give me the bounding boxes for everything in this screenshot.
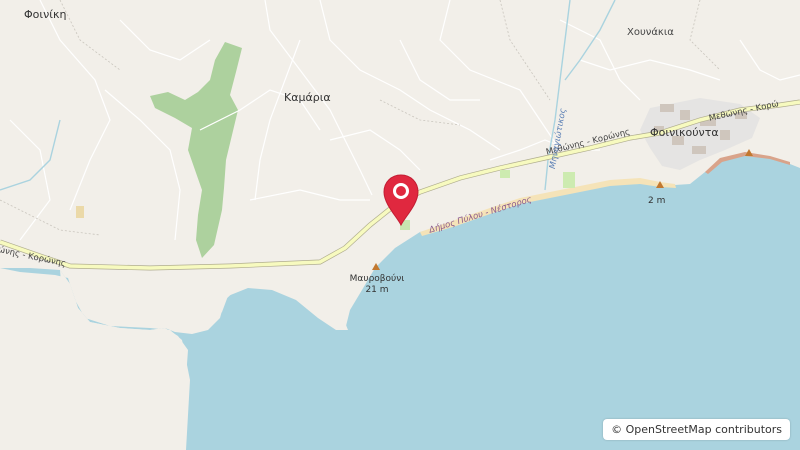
- place-label-chounakia: Χουνάκια: [627, 27, 674, 38]
- map-attribution[interactable]: © OpenStreetMap contributors: [603, 419, 790, 440]
- peak-name: Μαυροβούνι: [349, 274, 405, 284]
- peak-elevation: 21 m: [365, 285, 389, 295]
- place-label-foinikounta: Φοινικούντα: [650, 126, 719, 139]
- peak-label-mavrovouni: Μαυροβούνι 21 m: [345, 274, 409, 296]
- place-label-kamaria: Καμάρια: [284, 91, 331, 104]
- map-view[interactable]: Φοινίκη Καμάρια Χουνάκια Φοινικούντα Μαυ…: [0, 0, 800, 450]
- map-pin-icon[interactable]: [380, 172, 422, 226]
- place-label-foiniki: Φοινίκη: [24, 8, 67, 21]
- attribution-text[interactable]: © OpenStreetMap contributors: [611, 423, 782, 436]
- elevation-label-foinikounta: 2 m: [648, 196, 666, 206]
